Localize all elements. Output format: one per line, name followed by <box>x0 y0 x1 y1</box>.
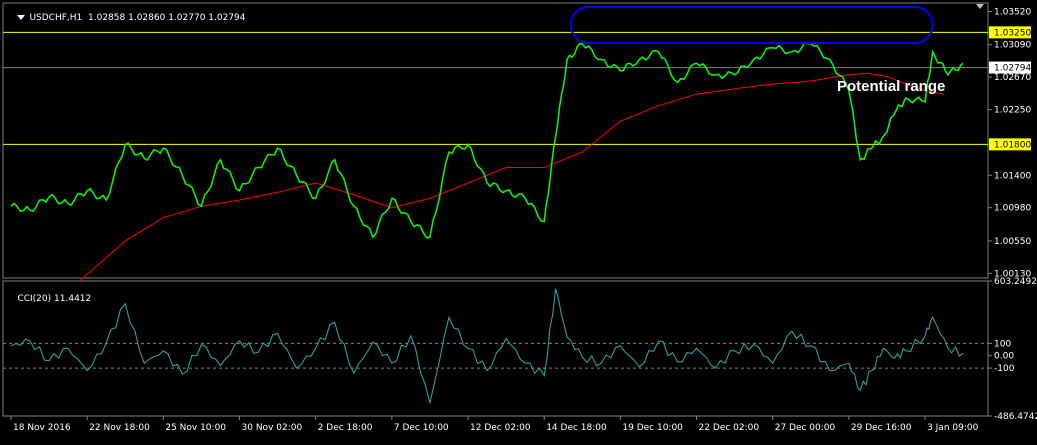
x-tick-label: 29 Dec 16:00 <box>851 423 912 433</box>
x-tick-label: 3 Jan 09:00 <box>927 423 979 433</box>
x-tick-label: 19 Dec 10:00 <box>622 423 683 433</box>
cci-y-tick-label: 100 <box>994 339 1011 349</box>
scroll-triangle-icon <box>976 4 984 9</box>
x-tick-label: 18 Nov 2016 <box>13 423 71 433</box>
x-tick-label: 30 Nov 02:00 <box>242 423 303 433</box>
x-tick-label: 22 Dec 02:00 <box>699 423 760 433</box>
cci-y-tick-label: -100 <box>994 364 1015 374</box>
moving-average-line <box>79 72 945 282</box>
indicator-header: CCI(20) 11.4412 <box>6 284 91 314</box>
chart: 1.03520 1.03090 1.02670 1.02250 1.01400 1.009… <box>0 0 1037 441</box>
x-tick-label: 27 Dec 00:00 <box>775 423 836 433</box>
y-tick-label: 1.00550 <box>994 237 1031 247</box>
price-line <box>10 42 964 239</box>
y-tick-label: 1.02670 <box>994 73 1031 83</box>
close-value: 1.02794 <box>208 13 246 23</box>
indicator-panel-frame <box>2 280 989 417</box>
indicator-name: CCI(20) <box>17 294 52 304</box>
y-tick-label: 1.01400 <box>994 171 1031 181</box>
range-highlight-box <box>569 5 934 45</box>
y-tick-label: 1.02250 <box>994 106 1031 116</box>
x-tick-label: 22 Nov 18:00 <box>89 423 150 433</box>
x-tick-label: 2 Dec 18:00 <box>318 423 373 433</box>
x-tick-label: 7 Dec 10:00 <box>394 423 449 433</box>
indicator-value: 11.4412 <box>54 294 92 304</box>
annotation-text: Potential range <box>837 78 946 95</box>
main-panel-frame <box>2 2 989 279</box>
level-label: 1.01800 <box>994 140 1031 150</box>
cci-y-tick-label: 0.00 <box>994 352 1014 362</box>
x-tick-label: 25 Nov 10:00 <box>165 423 226 433</box>
y-tick-label: 1.03090 <box>994 41 1031 51</box>
level-label: 1.03250 <box>994 28 1031 38</box>
cci-line <box>10 288 964 403</box>
y-tick-label: 1.03520 <box>994 7 1031 17</box>
symbol-header: USDCHF,H1 1.02858 1.02860 1.02770 1.0279… <box>6 3 246 33</box>
chart-svg: 1.03520 1.03090 1.02670 1.02250 1.01400 1.009… <box>2 2 1037 433</box>
high-value: 1.02860 <box>128 13 166 23</box>
open-value: 1.02858 <box>88 13 126 23</box>
y-tick-label: 1.00980 <box>994 204 1031 214</box>
low-value: 1.02770 <box>168 13 206 23</box>
x-tick-label: 14 Dec 18:00 <box>546 423 607 433</box>
cci-y-tick-label: 603.2492 <box>994 277 1037 287</box>
dropdown-triangle-icon[interactable] <box>17 15 26 20</box>
current-price-label: 1.02794 <box>994 64 1031 74</box>
symbol-label: USDCHF,H1 <box>29 13 83 23</box>
cci-y-tick-label: -486.4742 <box>994 412 1037 422</box>
x-tick-label: 12 Dec 02:00 <box>470 423 531 433</box>
